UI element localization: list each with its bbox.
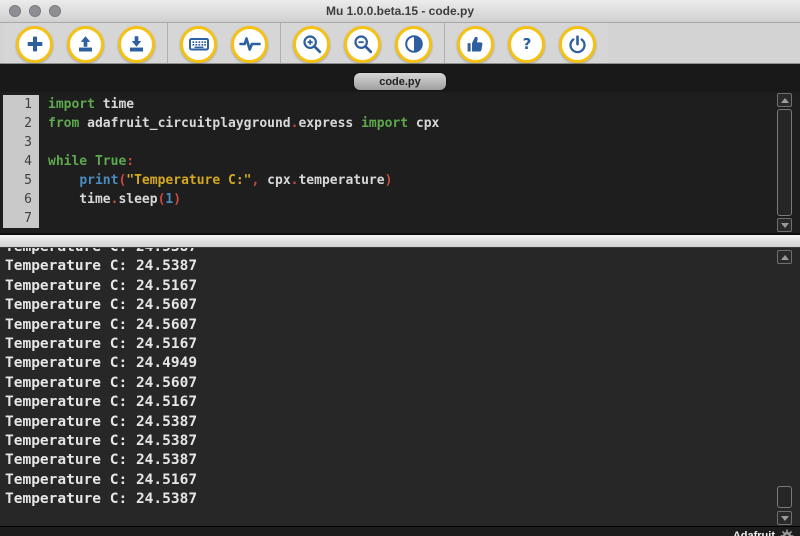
tab-strip: code.py xyxy=(0,64,800,92)
code-line: import time xyxy=(39,95,134,114)
arrow-down-icon xyxy=(781,223,789,228)
editor-scrollbar[interactable] xyxy=(777,92,792,233)
mu-editor-window: Mu 1.0.0.beta.15 - code.py ? code.py 1im… xyxy=(0,0,800,536)
toolbar-group-1 xyxy=(4,23,167,63)
tab-label: code.py xyxy=(379,76,421,88)
zoom-window-button[interactable] xyxy=(49,5,61,17)
console-output-line: Temperature C: 24.5607 xyxy=(5,374,800,393)
check-button[interactable] xyxy=(457,26,494,63)
editor-line: 7 xyxy=(0,209,800,228)
arrow-down-icon xyxy=(781,516,789,521)
plotter-button[interactable] xyxy=(231,26,268,63)
line-number: 7 xyxy=(3,209,39,228)
console-output-line: Temperature C: 24.4949 xyxy=(5,354,800,373)
line-number: 1 xyxy=(3,95,39,114)
status-bar: Adafruit xyxy=(0,526,800,536)
line-number: 6 xyxy=(3,190,39,209)
magnifier-plus-icon xyxy=(301,33,323,55)
console-output-line: Temperature C: 24.5167 xyxy=(5,471,800,490)
line-number: 4 xyxy=(3,152,39,171)
load-button[interactable] xyxy=(67,26,104,63)
console-output-line: Temperature C: 24.5167 xyxy=(5,277,800,296)
code-line: from adafruit_circuitplayground.express … xyxy=(39,114,439,133)
splitter-handle[interactable] xyxy=(0,233,800,248)
console-output-line: Temperature C: 24.5607 xyxy=(5,316,800,335)
code-line: print("Temperature C:", cpx.temperature) xyxy=(39,171,392,190)
editor-line: 1import time xyxy=(0,95,800,114)
power-icon xyxy=(567,34,588,55)
console-output-line: Temperature C: 24.5167 xyxy=(5,335,800,354)
tab-code-py[interactable]: code.py xyxy=(354,73,446,90)
repl-button[interactable] xyxy=(180,26,217,63)
toolbar: ? xyxy=(0,23,800,64)
editor-scroll-thumb[interactable] xyxy=(777,109,792,216)
code-line xyxy=(39,133,48,152)
line-number: 3 xyxy=(3,133,39,152)
close-window-button[interactable] xyxy=(9,5,21,17)
minimize-window-button[interactable] xyxy=(29,5,41,17)
console-scroll-thumb[interactable] xyxy=(777,486,792,508)
editor-line: 5 print("Temperature C:", cpx.temperatur… xyxy=(0,171,800,190)
code-line xyxy=(39,209,48,228)
editor-scroll-up-button[interactable] xyxy=(777,93,792,107)
line-number: 5 xyxy=(3,171,39,190)
question-icon: ? xyxy=(516,33,538,55)
code-line: time.sleep(1) xyxy=(39,190,181,209)
upload-icon xyxy=(75,34,96,55)
keyboard-icon xyxy=(187,32,211,56)
editor-line: 3 xyxy=(0,133,800,152)
serial-console[interactable]: Temperature C: 24.5387Temperature C: 24.… xyxy=(0,248,800,526)
zoom-in-button[interactable] xyxy=(293,26,330,63)
editor-scroll-down-button[interactable] xyxy=(777,218,792,232)
code-editor[interactable]: 1import time2from adafruit_circuitplaygr… xyxy=(0,92,800,233)
editor-line: 2from adafruit_circuitplayground.express… xyxy=(0,114,800,133)
console-scrollbar[interactable] xyxy=(777,248,792,526)
help-button[interactable]: ? xyxy=(508,26,545,63)
download-icon xyxy=(126,34,147,55)
console-output-line: Temperature C: 24.5387 xyxy=(5,432,800,451)
magnifier-minus-icon xyxy=(352,33,374,55)
plus-icon xyxy=(24,33,46,55)
pulse-icon xyxy=(238,32,262,56)
quit-button[interactable] xyxy=(559,26,596,63)
editor-line: 4while True: xyxy=(0,152,800,171)
console-output-line: Temperature C: 24.5387 xyxy=(5,490,800,509)
console-output-line: Temperature C: 24.5607 xyxy=(5,296,800,315)
arrow-up-icon xyxy=(781,255,789,260)
svg-text:?: ? xyxy=(522,35,531,53)
arrow-up-icon xyxy=(781,98,789,103)
console-output-line: Temperature C: 24.5387 xyxy=(5,451,800,470)
toolbar-group-4: ? xyxy=(445,23,608,63)
save-button[interactable] xyxy=(118,26,155,63)
gear-icon[interactable] xyxy=(780,529,794,536)
mode-label[interactable]: Adafruit xyxy=(733,530,775,536)
zoom-out-button[interactable] xyxy=(344,26,381,63)
line-number: 2 xyxy=(3,114,39,133)
console-output-line: Temperature C: 24.5387 xyxy=(5,413,800,432)
console-output-line: Temperature C: 24.5387 xyxy=(5,257,800,276)
console-scroll-up-button[interactable] xyxy=(777,250,792,264)
editor-line: 6 time.sleep(1) xyxy=(0,190,800,209)
console-scroll-down-button[interactable] xyxy=(777,511,792,525)
console-output-line: Temperature C: 24.5167 xyxy=(5,393,800,412)
code-line: while True: xyxy=(39,152,134,171)
contrast-icon xyxy=(403,33,425,55)
thumbs-up-icon xyxy=(465,34,486,55)
new-button[interactable] xyxy=(16,26,53,63)
title-bar: Mu 1.0.0.beta.15 - code.py xyxy=(0,0,800,23)
toolbar-group-2 xyxy=(168,23,280,63)
theme-button[interactable] xyxy=(395,26,432,63)
toolbar-group-3 xyxy=(281,23,444,63)
window-title: Mu 1.0.0.beta.15 - code.py xyxy=(326,4,474,18)
console-output-line: Temperature C: 24.5387 xyxy=(5,248,800,257)
traffic-lights xyxy=(9,5,61,17)
